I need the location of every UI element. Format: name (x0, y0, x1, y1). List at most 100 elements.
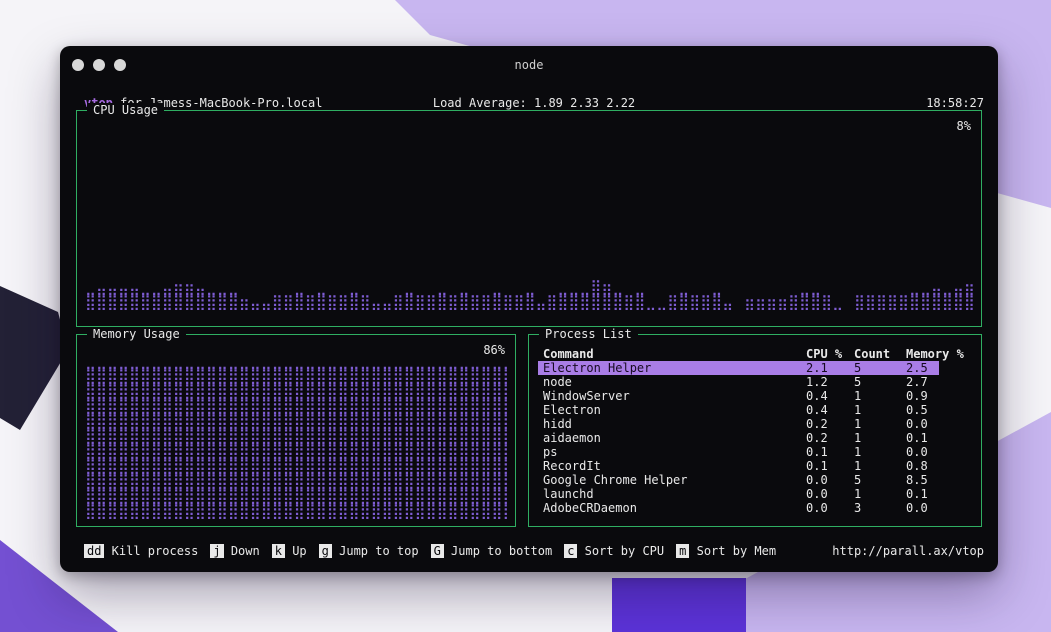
zoom-button[interactable] (114, 59, 126, 71)
process-cell: 0.4 (806, 389, 854, 403)
process-row[interactable]: aidaemon0.210.1 (538, 431, 939, 445)
process-row[interactable]: launchd0.010.1 (538, 487, 939, 501)
shortcut-jump-to-top: g Jump to top (319, 544, 419, 559)
shortcut-kill-process: dd Kill process (84, 544, 198, 559)
process-cell: 0.2 (806, 417, 854, 431)
process-cell: 0.4 (806, 403, 854, 417)
shortcut-jump-to-bottom: G Jump to bottom (431, 544, 553, 559)
process-cell: 1.2 (806, 375, 854, 389)
process-row[interactable]: Google Chrome Helper0.058.5 (538, 473, 939, 487)
traffic-lights (72, 59, 126, 71)
shortcut-key: g (319, 544, 332, 558)
process-row[interactable]: ps0.110.0 (538, 445, 939, 459)
process-cell: 5 (854, 473, 906, 487)
process-cell: ps (543, 445, 806, 459)
status-header: vtop for Jamess-MacBook-Pro.local Load A… (84, 96, 984, 111)
process-panel-title: Process List (539, 327, 638, 341)
shortcut-label: Sort by CPU (577, 544, 664, 558)
window-titlebar[interactable]: node (60, 46, 998, 84)
memory-usage-panel: Memory Usage 86% ⠀⠀⠀⠀⠀⠀⠀⠀⠀⠀⠀⠀⠀⠀⠀⠀⠀⠀⠀⠀⠀⠀⠀… (76, 334, 516, 527)
process-cell: 0.1 (806, 445, 854, 459)
process-cell: 0.0 (906, 445, 939, 459)
process-cell: aidaemon (543, 431, 806, 445)
shortcut-bar: dd Kill processj Downk Upg Jump to topG … (84, 544, 776, 559)
shortcut-key: dd (84, 544, 104, 558)
shortcut-label: Kill process (104, 544, 198, 558)
process-cell: 0.0 (906, 501, 939, 515)
minimize-button[interactable] (93, 59, 105, 71)
process-cell: 1 (854, 487, 906, 501)
process-cell: 0.1 (906, 431, 939, 445)
process-cell: 0.0 (806, 473, 854, 487)
process-row[interactable]: AdobeCRDaemon0.030.0 (538, 501, 939, 515)
process-cell: 0.1 (806, 459, 854, 473)
process-row[interactable]: hidd0.210.0 (538, 417, 939, 431)
process-cell: 0.0 (806, 501, 854, 515)
process-cell: Google Chrome Helper (543, 473, 806, 487)
shortcut-up: k Up (272, 544, 307, 559)
column-header-count: Count (854, 347, 906, 361)
shortcut-label: Jump to bottom (444, 544, 552, 558)
process-row[interactable]: RecordIt0.110.8 (538, 459, 939, 473)
process-cell: 1 (854, 403, 906, 417)
process-list-header: Command CPU % Count Memory % (538, 347, 975, 361)
shortcut-label: Down (224, 544, 260, 558)
process-rows: Electron Helper2.152.5node1.252.7WindowS… (538, 361, 975, 515)
column-header-memory: Memory % (906, 347, 975, 361)
process-table: Command CPU % Count Memory % Electron He… (538, 347, 975, 522)
shortcut-label: Sort by Mem (689, 544, 776, 558)
process-cell: launchd (543, 487, 806, 501)
process-row[interactable]: node1.252.7 (538, 375, 939, 389)
process-cell: 1 (854, 389, 906, 403)
shortcut-key: k (272, 544, 285, 558)
cpu-history-chart: ⠀⠀⠀⠀⠀⠀⠀⠀⠀⠀⠀⠀⠀⠀⠀⠀⠀⠀⠀⠀⠀⠀⠀⠀⠀⠀⠀⠀⠀⠀⠀⠀⠀⠀⠀⠀⠀⠀⠀⠀… (85, 265, 973, 310)
shortcut-key: j (210, 544, 223, 558)
vtop-url: http://parall.ax/vtop (832, 544, 984, 559)
process-cell: 0.9 (906, 389, 939, 403)
process-row[interactable]: WindowServer0.410.9 (538, 389, 939, 403)
process-cell: 0.5 (906, 403, 939, 417)
shortcut-key: G (431, 544, 444, 558)
process-cell: 0.8 (906, 459, 939, 473)
process-cell: 1 (854, 417, 906, 431)
process-cell: WindowServer (543, 389, 806, 403)
process-cell: 1 (854, 431, 906, 445)
process-cell: 2.5 (906, 361, 939, 375)
process-cell: 0.0 (806, 487, 854, 501)
process-cell: 1 (854, 459, 906, 473)
shortcut-down: j Down (210, 544, 259, 559)
cpu-current-value: 8% (957, 119, 971, 133)
footer-bar: dd Kill processj Downk Upg Jump to topG … (84, 544, 984, 559)
shortcut-key: m (676, 544, 689, 558)
process-row[interactable]: Electron0.410.5 (538, 403, 939, 417)
process-cell: 2.7 (906, 375, 939, 389)
process-cell: 5 (854, 361, 906, 375)
process-cell: 2.1 (806, 361, 854, 375)
process-cell: 3 (854, 501, 906, 515)
shortcut-key: c (564, 544, 577, 558)
process-row[interactable]: Electron Helper2.152.5 (538, 361, 939, 375)
window-title: node (515, 58, 544, 72)
load-average: Load Average: 1.89 2.33 2.22 (433, 96, 635, 110)
process-cell: 0.1 (906, 487, 939, 501)
process-cell: AdobeCRDaemon (543, 501, 806, 515)
process-cell: RecordIt (543, 459, 806, 473)
cpu-usage-panel: CPU Usage 8% ⠀⠀⠀⠀⠀⠀⠀⠀⠀⠀⠀⠀⠀⠀⠀⠀⠀⠀⠀⠀⠀⠀⠀⠀⠀⠀⠀… (76, 110, 982, 327)
column-header-command: Command (543, 347, 806, 361)
close-button[interactable] (72, 59, 84, 71)
process-list-panel: Process List Command CPU % Count Memory … (528, 334, 982, 527)
terminal-window: node vtop for Jamess-MacBook-Pro.local L… (60, 46, 998, 572)
shortcut-label: Up (285, 544, 307, 558)
clock: 18:58:27 (926, 96, 984, 110)
shortcut-sort-by-mem: m Sort by Mem (676, 544, 776, 559)
shortcut-label: Jump to top (332, 544, 419, 558)
process-cell: hidd (543, 417, 806, 431)
process-cell: 0.2 (806, 431, 854, 445)
process-cell: 1 (854, 445, 906, 459)
memory-usage-chart: ⠀⠀⠀⠀⠀⠀⠀⠀⠀⠀⠀⠀⠀⠀⠀⠀⠀⠀⠀⠀⠀⠀⠀⠀⠀⠀⠀⠀⠀⠀⠀⠀⠀⠀⠀⠀⠀⠀⠀⠀… (85, 339, 507, 519)
process-cell: 8.5 (906, 473, 939, 487)
process-cell: node (543, 375, 806, 389)
terminal-content[interactable]: vtop for Jamess-MacBook-Pro.local Load A… (60, 84, 998, 572)
process-cell: Electron Helper (543, 361, 806, 375)
column-header-cpu: CPU % (806, 347, 854, 361)
